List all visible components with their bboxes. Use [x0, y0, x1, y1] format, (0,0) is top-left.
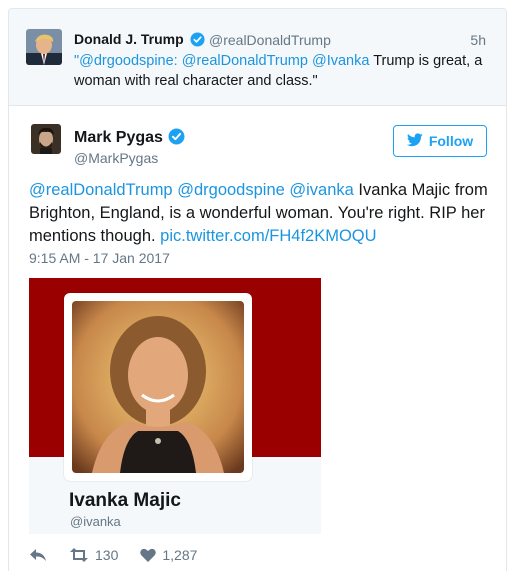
- mention-link[interactable]: @realDonaldTrump: [182, 53, 308, 69]
- mention-link[interactable]: "@drgoodspine:: [74, 53, 178, 69]
- verified-badge-icon: [190, 32, 205, 52]
- author-handle[interactable]: @MarkPygas: [74, 150, 158, 166]
- quoted-tweet-text: "@drgoodspine: @realDonaldTrump @Ivanka …: [74, 51, 494, 91]
- media-link[interactable]: pic.twitter.com/FH4f2KMOQU: [160, 227, 376, 245]
- twitter-bird-icon: [406, 132, 423, 150]
- retweet-count: 130: [95, 547, 119, 563]
- like-button[interactable]: 1,287: [140, 547, 197, 563]
- tweet-actions: 130 1,287: [29, 545, 219, 565]
- mention-link[interactable]: @drgoodspine: [177, 181, 285, 199]
- author-name[interactable]: Mark Pygas: [74, 129, 163, 147]
- heart-icon: [140, 548, 157, 562]
- like-count: 1,287: [162, 547, 198, 563]
- quoted-author-avatar[interactable]: [26, 29, 62, 65]
- profile-name: Ivanka Majic: [69, 490, 181, 511]
- tweet-embed: Donald J. Trump @realDonaldTrump 5h "@dr…: [8, 8, 507, 571]
- quoted-author-handle[interactable]: @realDonaldTrump: [209, 32, 331, 48]
- author-avatar[interactable]: [31, 124, 61, 154]
- reply-button[interactable]: [29, 548, 47, 562]
- retweet-icon: [69, 548, 89, 562]
- media-card[interactable]: Ivanka Majic @ivanka: [29, 278, 321, 534]
- mention-link[interactable]: @Ivanka: [312, 53, 369, 69]
- mention-link[interactable]: @realDonaldTrump: [29, 181, 173, 199]
- quoted-tweet[interactable]: Donald J. Trump @realDonaldTrump 5h "@dr…: [9, 9, 506, 106]
- profile-handle: @ivanka: [70, 514, 121, 529]
- quoted-author-name[interactable]: Donald J. Trump: [74, 31, 184, 47]
- mention-link[interactable]: @ivanka: [289, 181, 353, 199]
- follow-label: Follow: [428, 133, 474, 149]
- tweet-text: @realDonaldTrump @drgoodspine @ivanka Iv…: [29, 179, 489, 248]
- retweet-button[interactable]: 130: [69, 547, 118, 563]
- verified-badge-icon: [168, 128, 185, 150]
- follow-button[interactable]: Follow: [393, 125, 487, 157]
- profile-photo-frame: [64, 293, 252, 481]
- reply-icon: [29, 548, 47, 562]
- tweet-timestamp[interactable]: 9:15 AM - 17 Jan 2017: [29, 250, 170, 266]
- profile-photo: [72, 301, 244, 473]
- quoted-tweet-time[interactable]: 5h: [470, 32, 486, 48]
